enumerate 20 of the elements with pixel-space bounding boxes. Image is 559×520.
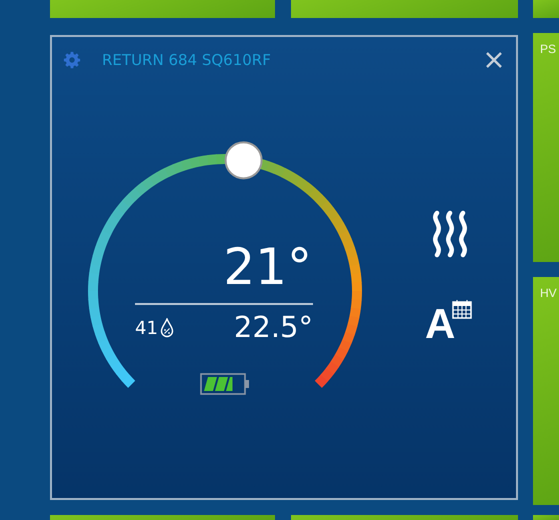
auto-mode-label[interactable]: A [425, 301, 456, 347]
tile-label: HV [540, 286, 557, 300]
setpoint-temperature: 21° [223, 237, 312, 297]
settings-icon[interactable] [63, 51, 81, 69]
tile-label: PS [540, 42, 556, 56]
tile[interactable] [533, 515, 559, 520]
tile[interactable] [291, 0, 518, 18]
close-icon[interactable] [486, 52, 502, 68]
tile[interactable]: HV [533, 277, 559, 505]
tile[interactable] [50, 0, 275, 18]
dial-handle[interactable] [224, 141, 263, 180]
humidity-icon [160, 318, 174, 338]
tile[interactable] [533, 0, 559, 18]
device-title: RETURN 684 SQ610RF [102, 51, 272, 69]
current-temperature: 22.5° [234, 310, 313, 344]
tile[interactable] [50, 515, 275, 520]
battery-icon [200, 373, 250, 395]
humidity-value: 41 [135, 318, 158, 340]
tile[interactable] [291, 515, 518, 520]
tile[interactable]: PS [533, 33, 559, 262]
